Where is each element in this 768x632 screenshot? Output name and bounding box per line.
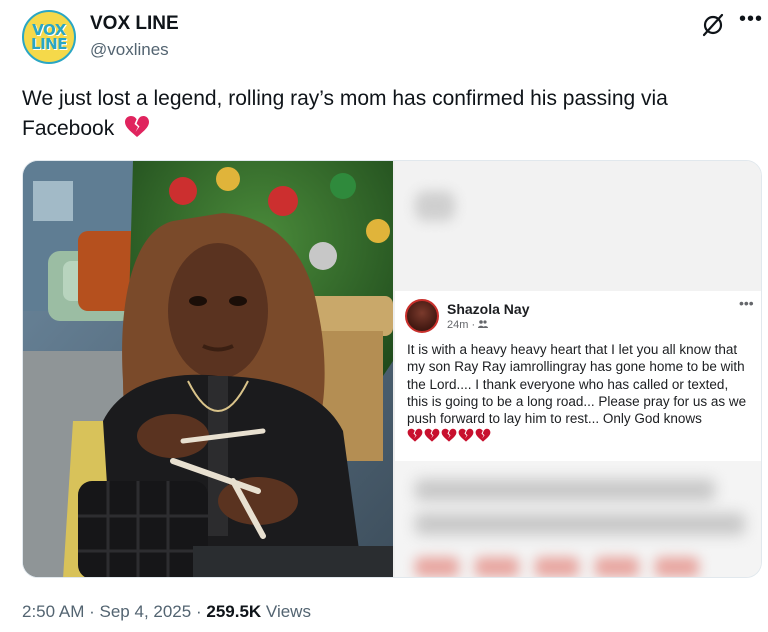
tweet-text: We just lost a legend, rolling ray’s mom… xyxy=(22,84,742,148)
friends-icon xyxy=(478,319,489,331)
more-options-icon[interactable]: ••• xyxy=(739,8,763,31)
tweet-timestamp[interactable]: 2:50 AM · Sep 4, 2025 · 259.5K Views xyxy=(22,602,311,622)
author-name[interactable]: VOX LINE xyxy=(90,13,179,35)
tweet-body: We just lost a legend, rolling ray’s mom… xyxy=(22,87,668,140)
broken-heart-icon xyxy=(424,429,440,443)
post-meta: 24m · xyxy=(447,319,489,331)
post-body: It is with a heavy heavy heart that I le… xyxy=(407,341,752,448)
tweet-media[interactable]: Shazola Nay 24m · ••• It is with a heavy… xyxy=(22,160,762,578)
post-time: 24m xyxy=(447,319,469,331)
broken-hearts-row xyxy=(407,428,492,447)
post-text: It is with a heavy heavy heart that I le… xyxy=(407,342,747,427)
broken-heart-icon xyxy=(458,429,474,443)
facebook-post-card: Shazola Nay 24m · ••• It is with a heavy… xyxy=(395,291,761,461)
poster-name: Shazola Nay xyxy=(447,301,530,317)
blurred-area-bottom xyxy=(395,461,761,577)
poster-avatar xyxy=(405,299,439,333)
broken-heart-icon xyxy=(441,429,457,443)
broken-heart-icon xyxy=(124,115,150,148)
grok-icon[interactable] xyxy=(700,12,726,38)
broken-heart-icon xyxy=(407,429,423,443)
facebook-screenshot[interactable]: Shazola Nay 24m · ••• It is with a heavy… xyxy=(395,161,761,577)
tweet-date[interactable]: Sep 4, 2025 xyxy=(100,602,192,621)
broken-heart-icon xyxy=(475,429,491,443)
tweet-time[interactable]: 2:50 AM xyxy=(22,602,84,621)
photo-person[interactable] xyxy=(23,161,393,577)
views-label: Views xyxy=(265,602,311,621)
views-count: 259.5K xyxy=(206,602,262,621)
avatar-logo-text: VOX LINE xyxy=(31,21,67,53)
author-avatar[interactable]: VOX LINE xyxy=(22,10,76,64)
author-handle[interactable]: @voxlines xyxy=(90,40,169,60)
blurred-area-top xyxy=(395,161,761,291)
post-more-icon: ••• xyxy=(739,295,754,311)
